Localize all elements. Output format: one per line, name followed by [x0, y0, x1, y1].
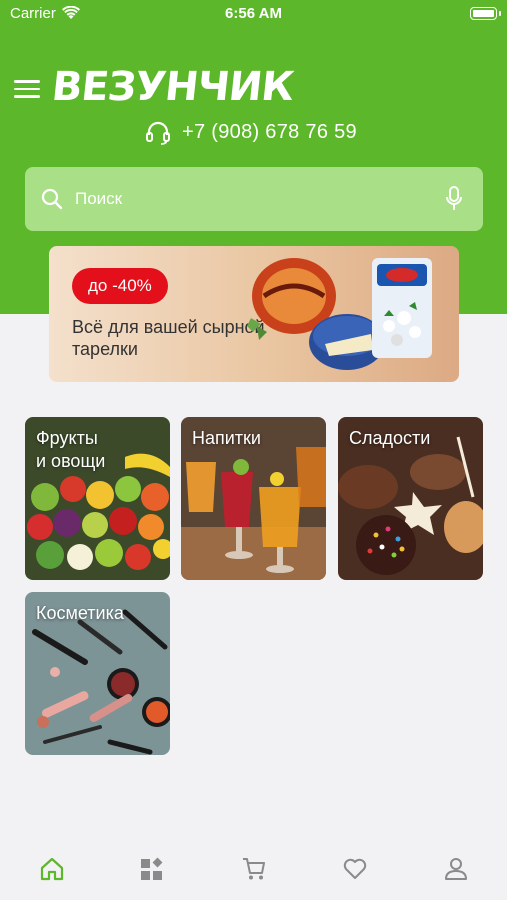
discount-badge: до -40%: [72, 268, 168, 304]
category-label: Косметика: [36, 603, 124, 623]
promo-banner[interactable]: до -40% Всё для вашей сырной тарелки: [49, 246, 459, 382]
search-input[interactable]: [75, 187, 415, 211]
cart-icon[interactable]: [241, 856, 267, 882]
category-label: Напитки: [192, 428, 261, 448]
category-tile-cosmetics[interactable]: Косметика: [25, 592, 170, 755]
heart-icon[interactable]: [342, 856, 368, 882]
phone-number[interactable]: +7 (908) 678 76 59: [182, 121, 357, 144]
category-label: Сладости: [349, 428, 431, 448]
battery-icon: [470, 7, 501, 20]
category-tile-fruits[interactable]: Фрукты и овощи: [25, 417, 170, 580]
tab-bar: [0, 840, 507, 900]
category-label: Фрукты и овощи: [36, 428, 106, 471]
microphone-icon[interactable]: [445, 186, 463, 212]
category-tile-drinks[interactable]: Напитки: [181, 417, 326, 580]
category-tile-sweets[interactable]: Сладости: [338, 417, 483, 580]
search-bar[interactable]: [25, 167, 483, 231]
menu-icon[interactable]: [14, 80, 40, 98]
status-bar: Carrier 6:56 AM: [0, 0, 507, 28]
clock: 6:56 AM: [225, 5, 282, 22]
headset-icon: [146, 121, 170, 145]
search-icon: [41, 188, 63, 210]
cheese-products-image: [247, 258, 432, 370]
catalog-icon[interactable]: [139, 856, 165, 882]
home-icon[interactable]: [39, 856, 65, 882]
app-logo: ВЕЗУНЧИК: [49, 64, 296, 110]
profile-icon[interactable]: [443, 856, 469, 882]
